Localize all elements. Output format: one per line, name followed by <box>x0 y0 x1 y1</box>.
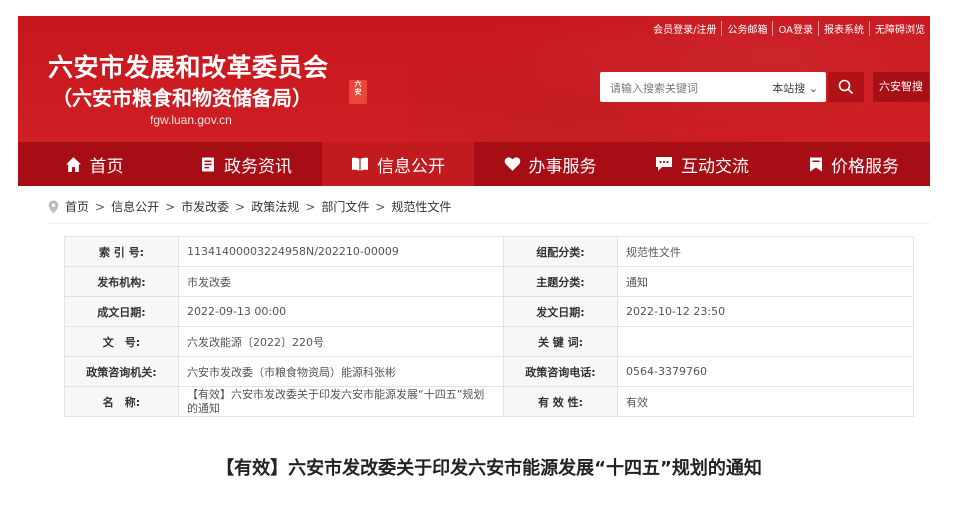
table-row: 文 号: 六发改能源〔2022〕220号 关 键 词: <box>64 326 914 357</box>
topic-label: 主题分类: <box>503 266 618 297</box>
nav-news-label: 政务资讯 <box>224 156 292 177</box>
nav-price[interactable]: 价格服务 <box>778 142 930 186</box>
location-pin-icon <box>48 200 59 213</box>
search-button[interactable] <box>828 72 864 102</box>
consult-phone-label: 政策咨询电话: <box>503 356 618 387</box>
nav-home-label: 首页 <box>89 156 124 177</box>
table-row: 发布机构: 市发改委 主题分类: 通知 <box>64 266 914 297</box>
top-link-mail[interactable]: 公务邮箱 <box>721 21 772 36</box>
publisher-label: 发布机构: <box>64 266 179 297</box>
publisher-value: 市发改委 <box>178 266 504 297</box>
nav-home[interactable]: 首页 <box>18 142 170 186</box>
index-value: 11341400003224958N/202210-00009 <box>178 236 504 267</box>
search-placeholder: 请输入搜索关键词 <box>610 82 698 95</box>
breadcrumb-normative[interactable]: 规范性文件 <box>391 198 451 215</box>
chat-icon <box>656 157 672 171</box>
nav-news[interactable]: 政务资讯 <box>170 142 322 186</box>
doc-number-value: 六发改能源〔2022〕220号 <box>178 326 504 357</box>
site-header: 六安市发展和改革委员会 （六安市粮食和物资储备局） 六安 fgw.luan.go… <box>18 16 930 142</box>
doc-name-value: 【有效】六安市发改委关于印发六安市能源发展“十四五”规划的通知 <box>178 386 504 417</box>
home-icon <box>65 156 81 172</box>
category-label: 组配分类: <box>503 236 618 267</box>
table-row: 名 称: 【有效】六安市发改委关于印发六安市能源发展“十四五”规划的通知 有 效… <box>64 386 914 417</box>
keywords-value <box>617 326 914 357</box>
consult-agency-label: 政策咨询机关: <box>64 356 179 387</box>
search-input[interactable]: 请输入搜索关键词 本站搜 ⌄ <box>600 72 826 102</box>
table-row: 成文日期: 2022-09-13 00:00 发文日期: 2022-10-12 … <box>64 296 914 327</box>
doc-name-label: 名 称: <box>64 386 179 417</box>
breadcrumb-separator: > <box>375 199 386 214</box>
consult-phone-value: 0564-3379760 <box>617 356 914 387</box>
keywords-label: 关 键 词: <box>503 326 618 357</box>
index-label: 索 引 号: <box>64 236 179 267</box>
nav-services-label: 办事服务 <box>528 156 597 177</box>
consult-agency-value: 六安市发改委（市粮食物资局）能源科张彬 <box>178 356 504 387</box>
breadcrumb-disclosure[interactable]: 信息公开 <box>111 198 159 215</box>
top-links: 会员登录/注册 公务邮箱 OA登录 报表系统 无障碍浏览 <box>648 21 930 36</box>
validity-value: 有效 <box>617 386 914 417</box>
smart-search-button[interactable]: 六安智搜 <box>873 72 929 102</box>
breadcrumb-separator: > <box>95 199 106 214</box>
nav-interaction[interactable]: 互动交流 <box>626 142 778 186</box>
top-link-accessibility[interactable]: 无障碍浏览 <box>869 21 930 36</box>
document-meta-table: 索 引 号: 11341400003224958N/202210-00009 组… <box>64 236 914 417</box>
table-row: 索 引 号: 11341400003224958N/202210-00009 组… <box>64 236 914 267</box>
search-scope-select[interactable]: 本站搜 ⌄ <box>772 80 818 96</box>
published-date-value: 2022-10-12 23:50 <box>617 296 914 327</box>
created-date-value: 2022-09-13 00:00 <box>178 296 504 327</box>
table-row: 政策咨询机关: 六安市发改委（市粮食物资局）能源科张彬 政策咨询电话: 0564… <box>64 356 914 387</box>
nav-disclosure-label: 信息公开 <box>377 156 445 177</box>
validity-label: 有 效 性: <box>503 386 618 417</box>
breadcrumb: 首页 > 信息公开 > 市发改委 > 政策法规 > 部门文件 > 规范性文件 <box>48 198 451 215</box>
published-date-label: 发文日期: <box>503 296 618 327</box>
created-date-label: 成文日期: <box>64 296 179 327</box>
nav-price-label: 价格服务 <box>831 156 899 177</box>
breadcrumb-separator: > <box>235 199 246 214</box>
breadcrumb-separator: > <box>305 199 316 214</box>
breadcrumb-ndrc[interactable]: 市发改委 <box>181 198 229 215</box>
open-book-icon <box>352 157 368 171</box>
seal-logo: 六安 <box>349 80 367 104</box>
org-name[interactable]: 六安市发展和改革委员会 <box>48 48 329 84</box>
search-icon <box>838 79 854 95</box>
site-domain: fgw.luan.gov.cn <box>150 113 232 127</box>
nav-disclosure[interactable]: 信息公开 <box>322 142 474 186</box>
nav-interaction-label: 互动交流 <box>681 156 749 177</box>
top-link-report[interactable]: 报表系统 <box>818 21 869 36</box>
top-link-login[interactable]: 会员登录/注册 <box>648 21 721 36</box>
document-title: 【有效】六安市发改委关于印发六安市能源发展“十四五”规划的通知 <box>216 458 762 479</box>
breadcrumb-policy[interactable]: 政策法规 <box>251 198 299 215</box>
document-icon <box>202 157 214 171</box>
bookmark-icon <box>810 157 822 171</box>
org-subtitle: （六安市粮食和物资储备局） <box>52 86 312 110</box>
nav-services[interactable]: 办事服务 <box>474 142 626 186</box>
content-panel: 索 引 号: 11341400003224958N/202210-00009 组… <box>48 223 930 524</box>
topic-value: 通知 <box>617 266 914 297</box>
top-link-oa[interactable]: OA登录 <box>772 21 818 36</box>
heart-icon <box>504 157 520 171</box>
doc-number-label: 文 号: <box>64 326 179 357</box>
category-value: 规范性文件 <box>617 236 914 267</box>
breadcrumb-home[interactable]: 首页 <box>65 198 89 215</box>
breadcrumb-separator: > <box>165 199 176 214</box>
breadcrumb-dept-docs[interactable]: 部门文件 <box>321 198 369 215</box>
main-nav: 首页 政务资讯 信息公开 办事服务 互动交流 价格服务 <box>18 142 930 186</box>
